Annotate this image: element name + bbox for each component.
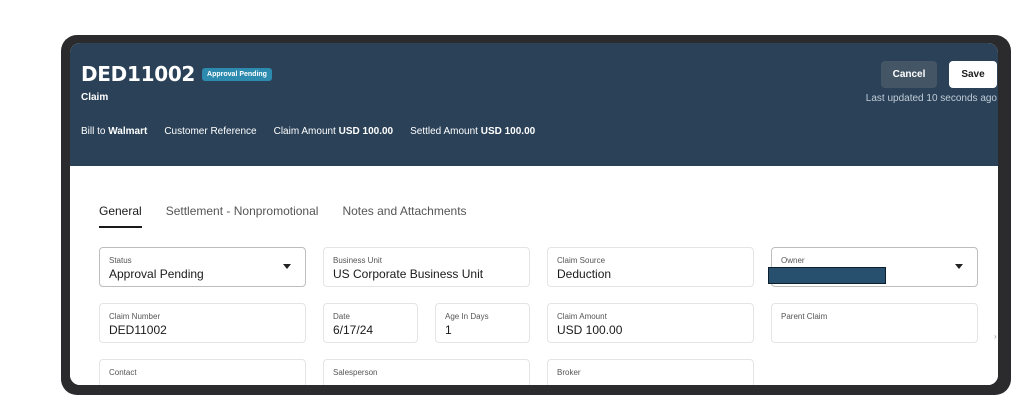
claim-source-field[interactable]: Claim Source Deduction <box>547 247 754 287</box>
contact-label: Contact <box>109 368 137 377</box>
claim-number-label: Claim Number <box>109 312 161 321</box>
status-label: Status <box>109 256 132 265</box>
status-value: Approval Pending <box>109 267 204 281</box>
claim-number-field[interactable]: Claim Number DED11002 <box>99 303 306 343</box>
app-window: DED11002 Approval Pending Claim Bill to … <box>70 43 998 385</box>
business-unit-value: US Corporate Business Unit <box>333 267 484 281</box>
contact-field[interactable]: Contact <box>99 359 306 385</box>
last-updated-text: Last updated 10 seconds ago <box>865 93 997 104</box>
page-subtitle: Claim <box>81 92 109 103</box>
broker-label: Broker <box>557 368 581 377</box>
customer-reference: Customer Reference <box>164 126 256 137</box>
broker-field[interactable]: Broker <box>547 359 754 385</box>
chevron-right-icon: › <box>994 332 997 341</box>
business-unit-label: Business Unit <box>333 256 382 265</box>
status-badge: Approval Pending <box>202 67 272 81</box>
tab-notes-and-attachments[interactable]: Notes and Attachments <box>342 204 466 228</box>
owner-select[interactable]: Owner <box>768 247 978 287</box>
cancel-button[interactable]: Cancel <box>881 61 937 88</box>
tab-settlement-nonpromotional[interactable]: Settlement - Nonpromotional <box>166 204 319 228</box>
summary-claim-amount-label: Claim Amount <box>273 126 336 137</box>
business-unit-field[interactable]: Business Unit US Corporate Business Unit <box>323 247 530 287</box>
claim-header: DED11002 Approval Pending Claim Bill to … <box>70 43 998 166</box>
claim-form: General Settlement - Nonpromotional Note… <box>70 166 998 385</box>
date-field[interactable]: Date 6/17/24 <box>323 303 418 343</box>
save-button[interactable]: Save <box>949 61 997 88</box>
claim-source-value: Deduction <box>557 267 612 281</box>
chevron-down-icon <box>283 264 291 269</box>
title-row: DED11002 Approval Pending <box>81 62 272 86</box>
bill-to-value: Walmart <box>108 126 148 137</box>
date-label: Date <box>333 312 350 321</box>
owner-label: Owner <box>781 256 805 265</box>
salesperson-label: Salesperson <box>333 368 378 377</box>
claim-number-value: DED11002 <box>109 323 167 337</box>
summary-claim-amount-value: USD 100.00 <box>338 126 394 137</box>
tab-bar: General Settlement - Nonpromotional Note… <box>99 204 491 228</box>
claim-source-label: Claim Source <box>557 256 606 265</box>
settled-amount-value: USD 100.00 <box>480 126 536 137</box>
age-in-days-field[interactable]: Age In Days 1 <box>435 303 530 343</box>
chevron-down-icon <box>955 264 963 269</box>
status-select[interactable]: Status Approval Pending <box>99 247 306 287</box>
age-in-days-label: Age In Days <box>445 312 489 321</box>
parent-claim-label: Parent Claim <box>781 312 828 321</box>
settled-amount: Settled Amount USD 100.00 <box>410 126 535 137</box>
device-frame: DED11002 Approval Pending Claim Bill to … <box>61 35 1011 395</box>
date-value: 6/17/24 <box>333 323 374 337</box>
claim-amount-value: USD 100.00 <box>557 323 623 337</box>
parent-claim-field[interactable]: Parent Claim <box>771 303 978 343</box>
claim-amount-label: Claim Amount <box>557 312 607 321</box>
settled-amount-label: Settled Amount <box>410 126 478 137</box>
page-title: DED11002 <box>81 62 196 86</box>
claim-summary: Bill to Walmart Customer Reference Claim… <box>81 126 552 137</box>
customer-reference-label: Customer Reference <box>164 126 257 137</box>
tab-general[interactable]: General <box>99 204 142 228</box>
owner-redaction-bar <box>768 267 886 284</box>
age-in-days-value: 1 <box>445 323 452 337</box>
salesperson-field[interactable]: Salesperson <box>323 359 530 385</box>
claim-amount-field[interactable]: Claim Amount USD 100.00 <box>547 303 754 343</box>
bill-to: Bill to Walmart <box>81 126 147 137</box>
bill-to-label: Bill to <box>81 126 106 137</box>
summary-claim-amount: Claim Amount USD 100.00 <box>274 126 394 137</box>
